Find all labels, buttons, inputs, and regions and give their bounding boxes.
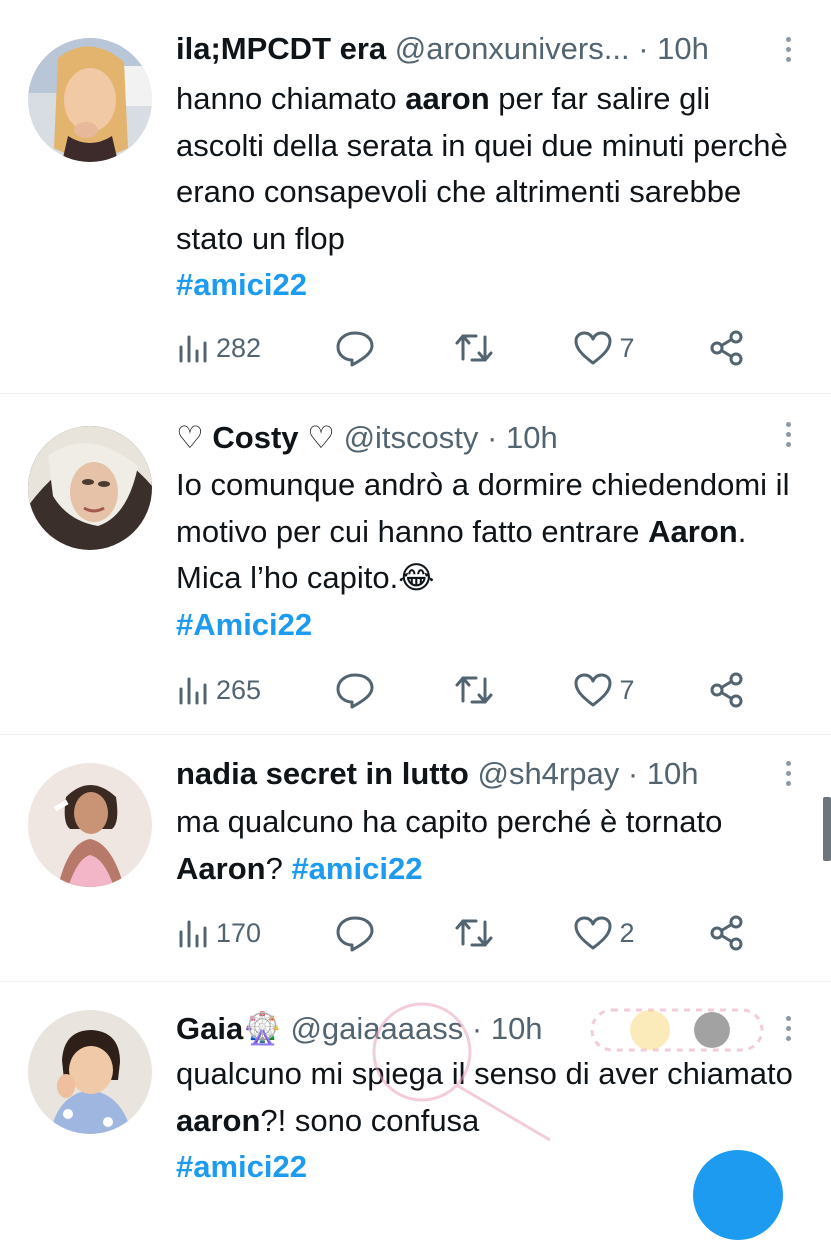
views-count: 170 bbox=[216, 917, 262, 948]
reply-button[interactable] bbox=[335, 914, 381, 952]
like-button[interactable]: 2 bbox=[573, 915, 635, 951]
more-icon[interactable] bbox=[783, 761, 793, 786]
like-icon bbox=[574, 331, 612, 365]
views-icon bbox=[179, 335, 207, 363]
tweet-text: hanno chiamato aaron per far salire gli … bbox=[176, 76, 801, 309]
tweet-text-bold: Aaron bbox=[648, 513, 738, 549]
like-count: 7 bbox=[619, 332, 635, 363]
hashtag-link[interactable]: #amici22 bbox=[176, 1149, 307, 1184]
reply-button[interactable] bbox=[335, 671, 381, 709]
timestamp[interactable]: 10h bbox=[491, 1011, 543, 1046]
reply-icon bbox=[336, 916, 374, 952]
display-name[interactable]: nadia secret in lutto bbox=[176, 756, 469, 791]
views-button[interactable]: 282 bbox=[176, 331, 261, 365]
retweet-button[interactable] bbox=[454, 916, 500, 950]
more-icon[interactable] bbox=[783, 37, 793, 62]
like-count: 2 bbox=[619, 917, 635, 948]
timestamp[interactable]: 10h bbox=[657, 31, 709, 66]
reply-icon bbox=[336, 331, 374, 367]
tweet-text-bold: Aaron bbox=[176, 850, 266, 886]
tweet-text: ma qualcuno ha capito perché è tornato A… bbox=[176, 799, 801, 892]
retweet-button[interactable] bbox=[454, 673, 500, 707]
avatar-image bbox=[28, 426, 152, 550]
display-name[interactable]: ♡ Costy ♡ bbox=[176, 420, 335, 455]
username-handle[interactable]: @aronxunivers... bbox=[395, 31, 630, 66]
tweet-text-part: ma qualcuno ha capito perché è tornato bbox=[176, 804, 723, 839]
like-icon bbox=[574, 673, 612, 707]
avatar[interactable] bbox=[28, 38, 152, 162]
share-icon bbox=[710, 915, 743, 951]
separator-dot: · bbox=[638, 31, 649, 66]
hashtag-link[interactable]: #Amici22 bbox=[176, 607, 312, 642]
share-icon bbox=[710, 330, 743, 366]
separator-dot: · bbox=[487, 420, 498, 455]
views-icon bbox=[179, 920, 207, 948]
timestamp[interactable]: 10h bbox=[506, 420, 558, 455]
share-button[interactable] bbox=[708, 914, 746, 952]
tweet-text-bold: aaron bbox=[176, 1102, 261, 1138]
scrollbar[interactable] bbox=[823, 797, 831, 861]
tweet-actions: 265 7 bbox=[176, 668, 746, 712]
compose-tweet-button[interactable] bbox=[693, 1150, 783, 1240]
avatar[interactable] bbox=[28, 1010, 152, 1134]
tweet-text-part: ? bbox=[265, 850, 292, 886]
views-button[interactable]: 170 bbox=[176, 916, 261, 950]
tweet-2[interactable]: ♡ Costy ♡ @itscosty · 10h Io comunque an… bbox=[0, 394, 831, 735]
like-icon bbox=[574, 916, 612, 950]
views-count: 282 bbox=[216, 332, 262, 363]
share-button[interactable] bbox=[708, 671, 746, 709]
display-name[interactable]: ila;MPCDT era bbox=[176, 31, 386, 66]
share-button[interactable] bbox=[708, 329, 746, 367]
username-handle[interactable]: @gaiaaaass bbox=[290, 1011, 463, 1046]
like-button[interactable]: 7 bbox=[573, 672, 635, 708]
avatar-image bbox=[28, 38, 152, 162]
views-count: 265 bbox=[216, 674, 262, 705]
hashtag-link[interactable]: #amici22 bbox=[176, 267, 307, 302]
tweet-1[interactable]: ila;MPCDT era @aronxunivers... · 10h han… bbox=[0, 0, 831, 394]
tweet-text-part: hanno chiamato bbox=[176, 81, 406, 116]
avatar-image bbox=[28, 763, 152, 887]
views-icon bbox=[179, 677, 207, 705]
retweet-button[interactable] bbox=[454, 331, 500, 365]
more-icon[interactable] bbox=[783, 1016, 793, 1041]
like-button[interactable]: 7 bbox=[573, 330, 635, 366]
avatar[interactable] bbox=[28, 763, 152, 887]
username-handle[interactable]: @itscosty bbox=[344, 420, 479, 455]
timestamp[interactable]: 10h bbox=[647, 756, 699, 791]
share-icon bbox=[710, 672, 743, 708]
separator-dot: · bbox=[627, 756, 639, 791]
tweet-text-part: qualcuno mi spiega il senso di aver chia… bbox=[176, 1056, 793, 1091]
tweet-actions: 170 2 bbox=[176, 911, 746, 955]
reply-icon bbox=[336, 673, 374, 709]
views-button[interactable]: 265 bbox=[176, 673, 261, 707]
avatar-image bbox=[28, 1010, 152, 1134]
avatar[interactable] bbox=[28, 426, 152, 550]
more-icon[interactable] bbox=[783, 422, 793, 447]
tweet-text-bold: aaron bbox=[405, 81, 490, 116]
retweet-icon bbox=[455, 334, 493, 362]
separator-dot: · bbox=[471, 1011, 483, 1046]
retweet-icon bbox=[455, 676, 493, 704]
like-count: 7 bbox=[619, 674, 635, 705]
tweet-text-part: ?! sono confusa bbox=[260, 1102, 480, 1138]
hashtag-link[interactable]: #amici22 bbox=[291, 851, 422, 886]
tweet-actions: 282 7 bbox=[176, 326, 746, 370]
display-name[interactable]: Gaia🎡 bbox=[176, 1011, 282, 1046]
retweet-icon bbox=[455, 919, 493, 947]
username-handle[interactable]: @sh4rpay bbox=[477, 756, 619, 791]
reply-button[interactable] bbox=[335, 329, 381, 367]
tweet-3[interactable]: nadia secret in lutto @sh4rpay · 10h ma … bbox=[0, 735, 831, 982]
tweet-text: Io comunque andrò a dormire chiedendomi … bbox=[176, 462, 801, 648]
